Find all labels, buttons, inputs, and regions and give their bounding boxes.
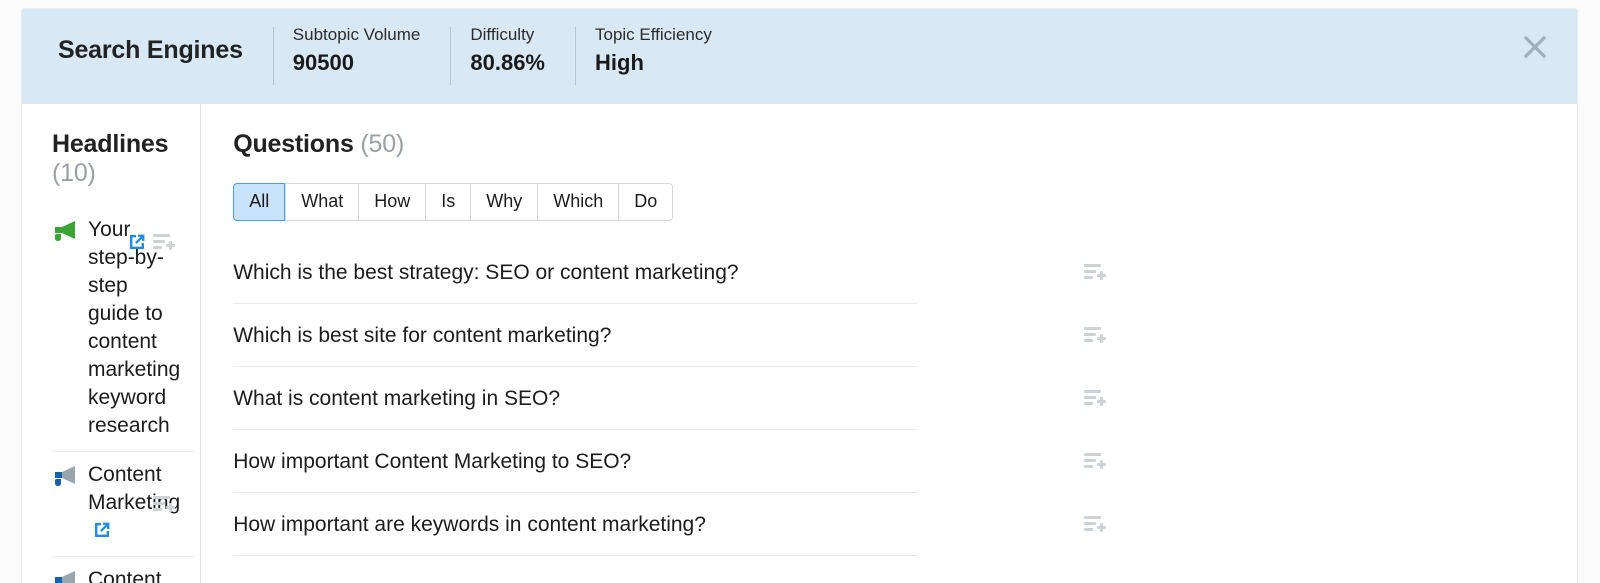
question-text: Which is best site for content marketing… — [233, 323, 612, 347]
question-text: How important Content Marketing to SEO? — [233, 449, 632, 473]
add-to-list-icon[interactable] — [1083, 262, 1107, 282]
header-metrics: Search Engines Subtopic Volume 90500 Dif… — [22, 9, 742, 103]
close-button[interactable] — [1519, 31, 1551, 63]
question-text: How important are keywords in content ma… — [233, 512, 706, 536]
headlines-count: (10) — [52, 159, 96, 187]
panel-header: Search Engines Subtopic Volume 90500 Dif… — [22, 9, 1577, 104]
question-text: What is content marketing in SEO? — [233, 386, 561, 410]
metric-topic-efficiency: Topic Efficiency High — [575, 9, 742, 103]
panel-body: Headlines (10) Your step-by-step guide t… — [22, 104, 1577, 583]
filter-all[interactable]: All — [233, 183, 286, 221]
metric-label: Difficulty — [470, 24, 535, 44]
close-icon — [1523, 35, 1547, 59]
subtopic-detail-panel: Search Engines Subtopic Volume 90500 Dif… — [21, 8, 1578, 583]
filter-which[interactable]: Which — [537, 183, 619, 221]
questions-heading: Questions (50) — [233, 130, 1577, 159]
headlines-column: Headlines (10) Your step-by-step guide t… — [22, 104, 202, 583]
questions-count: (50) — [360, 130, 405, 158]
metric-difficulty: Difficulty 80.86% — [450, 9, 575, 103]
headline-actions — [152, 494, 176, 514]
question-row[interactable]: Which is best site for content marketing… — [233, 304, 1107, 367]
filter-why[interactable]: Why — [470, 183, 538, 221]
headline-text: Content marketing & SEO — [88, 568, 162, 583]
external-link-icon[interactable] — [128, 233, 146, 251]
questions-title: Questions — [233, 130, 354, 158]
megaphone-icon — [52, 570, 78, 583]
filter-is[interactable]: Is — [425, 183, 471, 221]
question-row[interactable]: How important are keywords in content ma… — [233, 493, 1107, 556]
megaphone-icon — [52, 465, 78, 487]
metric-value: High — [595, 49, 644, 75]
headline-actions — [123, 232, 176, 252]
question-row[interactable]: Which is the best strategy: SEO or conte… — [233, 241, 1107, 304]
metric-label: Subtopic Volume — [292, 24, 421, 44]
headline-row[interactable]: Content marketing & SEO — [52, 557, 194, 583]
headlines-list: Your step-by-step guide to content marke… — [52, 212, 200, 583]
add-to-list-icon[interactable] — [152, 232, 176, 252]
metric-value: 90500 — [292, 49, 354, 75]
question-row[interactable]: How important Content Marketing to SEO? — [233, 430, 1107, 493]
questions-column: Questions (50) All What How Is Why Which… — [201, 104, 1577, 583]
metric-value: 80.86% — [470, 49, 545, 75]
add-to-list-icon[interactable] — [1083, 451, 1107, 471]
add-to-list-icon[interactable] — [1083, 388, 1107, 408]
add-to-list-icon[interactable] — [1083, 325, 1107, 345]
app-root: Search Engines Subtopic Volume 90500 Dif… — [0, 0, 1600, 583]
headline-row[interactable]: Your step-by-step guide to content marke… — [52, 212, 195, 452]
questions-list: Which is the best strategy: SEO or conte… — [233, 241, 1577, 556]
headlines-heading: Headlines (10) — [52, 130, 200, 188]
add-to-list-icon[interactable] — [1083, 514, 1107, 534]
megaphone-icon — [52, 220, 78, 242]
headlines-title: Headlines — [52, 130, 169, 158]
metric-label: Topic Efficiency — [595, 24, 712, 44]
headline-text: Content Marketing — [88, 461, 194, 545]
headline-row[interactable]: Content Marketing — [52, 452, 195, 557]
page-title: Search Engines — [58, 35, 243, 64]
filter-what[interactable]: What — [285, 183, 359, 221]
filter-do[interactable]: Do — [618, 183, 674, 221]
filter-how[interactable]: How — [358, 183, 426, 221]
question-filter-group: All What How Is Why Which Do — [233, 183, 674, 221]
question-text: Which is the best strategy: SEO or conte… — [233, 260, 739, 284]
header-topic-block: Search Engines — [38, 9, 273, 103]
metric-subtopic-volume: Subtopic Volume 90500 — [272, 9, 451, 103]
external-link-icon[interactable] — [93, 521, 111, 539]
add-to-list-icon[interactable] — [152, 494, 176, 514]
question-row[interactable]: What is content marketing in SEO? — [233, 367, 1107, 430]
